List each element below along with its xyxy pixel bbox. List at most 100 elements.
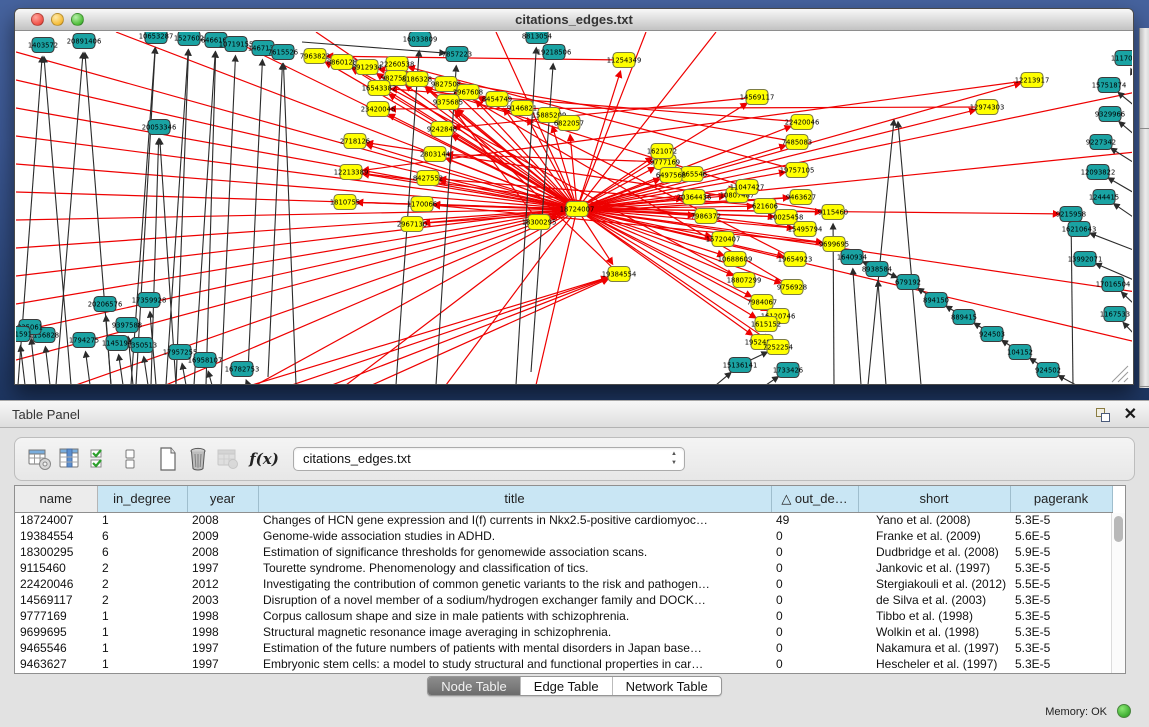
column-header-title[interactable]: title bbox=[258, 486, 771, 512]
table-row[interactable]: 911546021997Tourette syndrome. Phenomeno… bbox=[15, 560, 1112, 576]
graph-node[interactable]: 7963822 bbox=[300, 49, 330, 64]
table-cell[interactable]: Hescheler et al. (1997) bbox=[858, 656, 1010, 672]
graph-node[interactable]: 391591 bbox=[16, 327, 32, 342]
table-cell[interactable]: 2003 bbox=[187, 592, 258, 608]
table-cell[interactable]: 18724007 bbox=[15, 512, 97, 528]
graph-node[interactable]: 15720407 bbox=[706, 232, 741, 247]
graph-node[interactable]: 22260538 bbox=[380, 57, 415, 72]
graph-node[interactable]: 9756928 bbox=[777, 280, 807, 295]
table-row[interactable]: 946362711997Embryonic stem cells: a mode… bbox=[15, 656, 1112, 672]
close-panel-icon[interactable]: ✕ bbox=[1124, 404, 1137, 424]
table-cell[interactable]: 1997 bbox=[187, 640, 258, 656]
graph-node[interactable]: 1621072 bbox=[647, 144, 677, 159]
table-cell[interactable]: 5.6E-5 bbox=[1010, 528, 1112, 544]
table-cell[interactable]: 9463627 bbox=[15, 656, 97, 672]
table-cell[interactable]: Investigating the contribution of common… bbox=[258, 576, 771, 592]
table-cell[interactable]: 5.3E-5 bbox=[1010, 624, 1112, 640]
graph-node[interactable]: 9463627 bbox=[786, 190, 816, 205]
table-cell[interactable]: 0 bbox=[771, 608, 858, 624]
graph-node[interactable]: 9329966 bbox=[1095, 107, 1125, 122]
graph-node[interactable]: 889415 bbox=[951, 310, 977, 325]
table-cell[interactable]: 5.3E-5 bbox=[1010, 640, 1112, 656]
table-cell[interactable]: 2 bbox=[97, 560, 187, 576]
table-cell[interactable]: 5.5E-5 bbox=[1010, 576, 1112, 592]
table-cell[interactable]: 0 bbox=[771, 544, 858, 560]
graph-node[interactable]: 1615152 bbox=[751, 317, 781, 332]
graph-node[interactable]: 9242848 bbox=[427, 122, 457, 137]
function-builder-icon[interactable]: f(x) bbox=[249, 444, 279, 474]
table-cell[interactable]: 5.9E-5 bbox=[1010, 544, 1112, 560]
table-cell[interactable]: 6 bbox=[97, 544, 187, 560]
graph-node[interactable]: 894150 bbox=[923, 293, 949, 308]
graph-node[interactable]: 10688609 bbox=[718, 252, 753, 267]
graph-node[interactable]: 15751874 bbox=[1092, 78, 1127, 93]
table-cell[interactable]: 1 bbox=[97, 512, 187, 528]
graph-node[interactable]: 2967130 bbox=[397, 217, 427, 232]
table-cell[interactable]: Estimation of significance thresholds fo… bbox=[258, 544, 771, 560]
table-scrollbar[interactable] bbox=[1111, 513, 1125, 673]
table-cell[interactable]: 9465546 bbox=[15, 640, 97, 656]
graph-node[interactable]: 14569117 bbox=[740, 90, 775, 105]
table-cell[interactable]: 22420046 bbox=[15, 576, 97, 592]
graph-node[interactable]: 2803144 bbox=[420, 147, 450, 162]
graph-node[interactable]: 8938584 bbox=[862, 262, 892, 277]
import-table-icon[interactable] bbox=[213, 444, 243, 474]
table-cell[interactable]: 0 bbox=[771, 640, 858, 656]
table-cell[interactable]: 14569117 bbox=[15, 592, 97, 608]
table-cell[interactable]: Tourette syndrome. Phenomenology and cla… bbox=[258, 560, 771, 576]
table-cell[interactable]: 5.3E-5 bbox=[1010, 608, 1112, 624]
graph-node[interactable]: 621606 bbox=[752, 199, 778, 214]
table-cell[interactable]: Structural magnetic resonance image aver… bbox=[258, 624, 771, 640]
table-cell[interactable]: 19384554 bbox=[15, 528, 97, 544]
graph-node[interactable]: 8912934 bbox=[352, 60, 382, 75]
graph-node[interactable]: 1167533 bbox=[1100, 307, 1130, 322]
column-header-name[interactable]: name bbox=[15, 486, 97, 512]
row-height-icon[interactable] bbox=[115, 444, 145, 474]
table-source-select[interactable]: citations_edges.txt ▲▼ bbox=[293, 447, 685, 471]
graph-node[interactable]: 9215958 bbox=[1056, 207, 1086, 222]
table-cell[interactable]: 49 bbox=[771, 512, 858, 528]
table-cell[interactable]: Estimation of the future numbers of pati… bbox=[258, 640, 771, 656]
new-column-icon[interactable] bbox=[153, 444, 183, 474]
graph-node[interactable]: 9397588 bbox=[112, 318, 142, 333]
graph-node[interactable]: 12093822 bbox=[1081, 165, 1116, 180]
table-cell[interactable]: 2009 bbox=[187, 528, 258, 544]
table-cell[interactable]: Wolkin et al. (1998) bbox=[858, 624, 1010, 640]
graph-node[interactable]: 9115460 bbox=[818, 205, 848, 220]
graph-node[interactable]: 7986372 bbox=[691, 209, 721, 224]
graph-node[interactable]: 19218506 bbox=[537, 45, 572, 60]
table-row[interactable]: 969969511998Structural magnetic resonanc… bbox=[15, 624, 1112, 640]
column-header-short[interactable]: short bbox=[858, 486, 1010, 512]
table-cell[interactable]: 1 bbox=[97, 656, 187, 672]
graph-node[interactable]: 924502 bbox=[1035, 363, 1061, 378]
graph-node[interactable]: 1145194 bbox=[102, 336, 132, 351]
graph-node[interactable]: 8186328 bbox=[402, 72, 432, 87]
network-graph[interactable]: 1872400779638228860128891293422260538982… bbox=[16, 32, 1132, 384]
table-cell[interactable]: 0 bbox=[771, 560, 858, 576]
graph-node[interactable]: 924503 bbox=[979, 327, 1005, 342]
graph-node[interactable]: 10653287 bbox=[139, 32, 174, 44]
show-columns-icon[interactable] bbox=[55, 444, 85, 474]
graph-node[interactable]: 7485083 bbox=[782, 135, 812, 150]
graph-node[interactable]: 7857223 bbox=[442, 47, 472, 62]
graph-node[interactable]: 2718126 bbox=[340, 134, 370, 149]
memory-ok-indicator[interactable] bbox=[1117, 704, 1131, 718]
table-cell[interactable]: 2008 bbox=[187, 544, 258, 560]
graph-node[interactable]: 1794275 bbox=[69, 333, 99, 348]
table-cell[interactable]: Changes of HCN gene expression and I(f) … bbox=[258, 512, 771, 528]
graph-node[interactable]: 20891406 bbox=[67, 34, 102, 49]
column-header-pagerank[interactable]: pagerank bbox=[1010, 486, 1112, 512]
table-cell[interactable]: 1998 bbox=[187, 624, 258, 640]
graph-node[interactable]: 23420046 bbox=[361, 102, 396, 117]
graph-node[interactable]: 19757105 bbox=[780, 163, 815, 178]
table-cell[interactable]: 0 bbox=[771, 656, 858, 672]
graph-node[interactable]: 1733426 bbox=[773, 363, 803, 378]
table-cell[interactable]: 1 bbox=[97, 640, 187, 656]
network-canvas[interactable]: 1872400779638228860128891293422260538982… bbox=[16, 32, 1132, 384]
table-row[interactable]: 977716911998Corpus callosum shape and si… bbox=[15, 608, 1112, 624]
graph-node[interactable]: 7984067 bbox=[747, 295, 777, 310]
table-row[interactable]: 1456911722003Disruption of a novel membe… bbox=[15, 592, 1112, 608]
graph-node[interactable]: 1117044 bbox=[1111, 51, 1132, 66]
float-panel-icon[interactable] bbox=[1095, 407, 1111, 423]
table-scrollbar-thumb[interactable] bbox=[1114, 516, 1123, 542]
